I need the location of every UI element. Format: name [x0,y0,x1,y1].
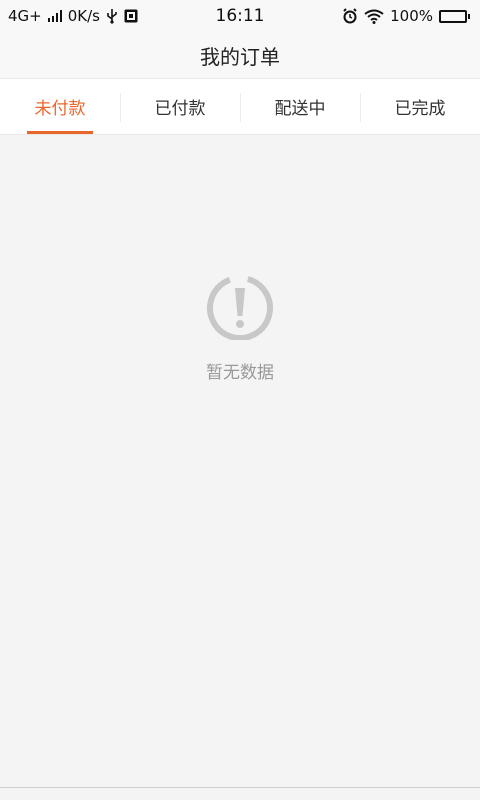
wifi-icon [364,9,384,24]
status-left: 4G+ 0K/s [8,7,138,25]
tab-label: 已付款 [154,99,206,119]
network-speed: 0K/s [67,7,100,25]
tab-paid[interactable]: 已付款 [120,79,240,134]
battery-percent: 100% [390,7,433,25]
tab-label: 已完成 [394,99,446,119]
notification-icon [124,9,138,23]
page-title: 我的订单 [200,44,280,69]
alarm-icon [342,8,358,24]
tab-completed[interactable]: 已完成 [360,79,480,134]
title-bar: 我的订单 [0,32,480,78]
empty-state: 暂无数据 [0,275,480,383]
alert-circle-icon [203,275,277,344]
empty-message: 暂无数据 [206,363,274,383]
tab-shipping[interactable]: 配送中 [240,79,360,134]
active-tab-indicator [27,131,93,134]
status-right: 100% [342,7,470,25]
tab-label: 配送中 [274,99,326,119]
tab-label: 未付款 [34,99,86,119]
battery-icon [439,9,470,23]
bottom-divider [0,787,480,788]
order-tabs: 未付款 已付款 配送中 已完成 [0,78,480,135]
tab-unpaid[interactable]: 未付款 [0,79,120,134]
network-type: 4G+ [8,7,42,25]
signal-icon [47,10,62,22]
usb-icon [106,8,118,24]
status-bar: 4G+ 0K/s 16:11 100% [0,0,480,32]
